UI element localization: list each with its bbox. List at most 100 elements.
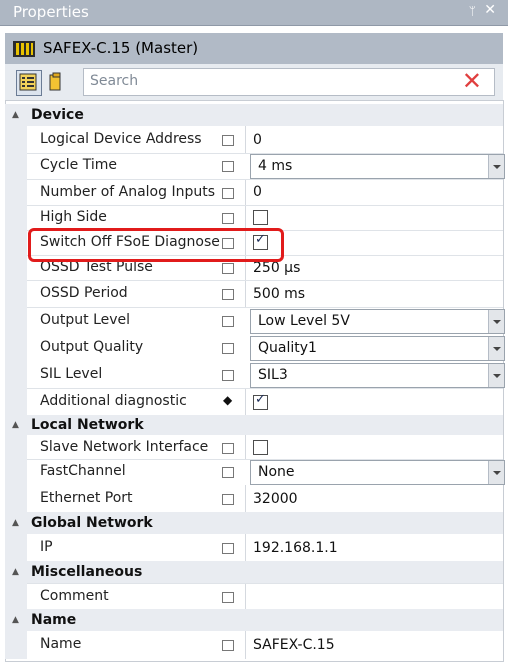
prop-label: OSSD Period	[40, 285, 128, 301]
dropdown-arrow-icon[interactable]	[488, 337, 504, 360]
dropdown-arrow-icon[interactable]	[488, 310, 504, 333]
property-page-icon[interactable]	[222, 161, 234, 172]
collapse-arrow-icon[interactable]: ▲	[12, 110, 19, 120]
row-output-quality[interactable]: Output Quality Quality1	[5, 334, 505, 361]
category-label: Device	[31, 107, 84, 123]
collapse-arrow-icon[interactable]: ▲	[12, 615, 19, 625]
property-page-icon[interactable]	[222, 316, 234, 327]
select-value: None	[258, 464, 295, 480]
prop-label: Cycle Time	[40, 157, 117, 173]
categorized-view-button[interactable]	[16, 70, 42, 96]
property-page-icon[interactable]	[222, 543, 234, 554]
category-label: Global Network	[31, 515, 153, 531]
row-output-level[interactable]: Output Level Low Level 5V	[5, 307, 505, 334]
property-page-icon[interactable]	[222, 188, 234, 199]
prop-label: Slave Network Interface	[40, 439, 209, 455]
output-level-select[interactable]: Low Level 5V	[250, 309, 505, 334]
clear-search-icon[interactable]: ✕	[462, 67, 482, 95]
row-logical-device-address[interactable]: Logical Device Address 0	[5, 126, 503, 153]
title-bar: Properties ᛘ ✕	[0, 0, 508, 26]
property-page-icon[interactable]	[222, 263, 234, 274]
property-page-icon[interactable]	[222, 343, 234, 354]
diamond-icon[interactable]: ◆	[223, 393, 233, 407]
select-value: 4 ms	[258, 158, 293, 174]
select-value: Quality1	[258, 340, 317, 356]
row-additional-diagnostic[interactable]: Additional diagnostic ◆	[5, 388, 503, 415]
cycle-time-select[interactable]: 4 ms	[250, 154, 505, 179]
prop-value[interactable]: 192.168.1.1	[253, 540, 338, 556]
dropdown-arrow-icon[interactable]	[488, 155, 504, 178]
object-header: SAFEX-C.15 (Master)	[5, 33, 503, 64]
category-global-network[interactable]: ▲ Global Network	[5, 512, 503, 534]
high-side-checkbox[interactable]	[253, 210, 268, 225]
search-box[interactable]: Search ✕	[83, 67, 495, 96]
category-miscellaneous[interactable]: ▲ Miscellaneous	[5, 561, 503, 583]
additional-diagnostic-checkbox[interactable]	[253, 392, 268, 410]
prop-label: Comment	[40, 588, 109, 604]
collapse-arrow-icon[interactable]: ▲	[12, 567, 19, 577]
dropdown-arrow-icon[interactable]	[488, 461, 504, 484]
prop-label: Number of Analog Inputs	[40, 184, 215, 200]
property-page-icon[interactable]	[222, 640, 234, 651]
row-high-side[interactable]: High Side	[5, 205, 503, 230]
category-name[interactable]: ▲ Name	[5, 609, 503, 631]
prop-label: Ethernet Port	[40, 490, 133, 506]
property-page-icon[interactable]	[222, 592, 234, 603]
row-name[interactable]: Name SAFEX-C.15	[5, 631, 503, 659]
category-label: Local Network	[31, 417, 144, 433]
row-comment[interactable]: Comment	[5, 583, 503, 609]
property-page-icon[interactable]	[222, 370, 234, 381]
collapse-arrow-icon[interactable]: ▲	[12, 518, 19, 528]
fastchannel-select[interactable]: None	[250, 460, 505, 485]
close-icon[interactable]: ✕	[484, 2, 496, 18]
prop-value[interactable]: 0	[253, 184, 262, 200]
prop-value[interactable]: 250 µs	[253, 260, 300, 276]
category-local-network[interactable]: ▲ Local Network	[5, 415, 503, 435]
properties-panel: Properties ᛘ ✕ SAFEX-C.15 (Master) Searc…	[0, 0, 508, 662]
prop-label: SIL Level	[40, 366, 103, 382]
prop-label: Logical Device Address	[40, 131, 202, 147]
select-value: SIL3	[258, 367, 288, 383]
row-ossd-period[interactable]: OSSD Period 500 ms	[5, 280, 503, 307]
row-analog-inputs[interactable]: Number of Analog Inputs 0	[5, 179, 503, 205]
property-page-icon[interactable]	[222, 289, 234, 300]
device-icon	[13, 41, 35, 57]
slave-network-interface-checkbox[interactable]	[253, 440, 268, 455]
category-device[interactable]: ▲ Device	[5, 104, 503, 126]
categorized-icon	[19, 73, 37, 91]
alphabetical-icon	[49, 72, 61, 91]
pin-icon[interactable]: ᛘ	[469, 4, 476, 18]
search-input[interactable]: Search	[90, 73, 138, 89]
prop-value[interactable]: SAFEX-C.15	[253, 637, 335, 653]
sil-level-select[interactable]: SIL3	[250, 363, 505, 388]
row-slave-network-interface[interactable]: Slave Network Interface	[5, 435, 503, 459]
property-page-icon[interactable]	[222, 135, 234, 146]
prop-label: IP	[40, 539, 53, 555]
property-page-icon[interactable]	[222, 443, 234, 454]
highlight-annotation	[28, 228, 284, 262]
prop-label: High Side	[40, 209, 107, 225]
prop-label: Name	[40, 636, 82, 652]
collapse-arrow-icon[interactable]: ▲	[12, 420, 19, 430]
output-quality-select[interactable]: Quality1	[250, 336, 505, 361]
row-ip[interactable]: IP 192.168.1.1	[5, 534, 503, 561]
property-toolbar: Search ✕	[5, 64, 503, 100]
prop-value[interactable]: 0	[253, 132, 262, 148]
property-page-icon[interactable]	[222, 494, 234, 505]
property-page-icon[interactable]	[222, 213, 234, 224]
property-page-icon[interactable]	[222, 467, 234, 478]
prop-label: Output Level	[40, 312, 131, 328]
prop-value[interactable]: 500 ms	[253, 286, 305, 302]
device-name: SAFEX-C.15 (Master)	[43, 39, 199, 57]
dropdown-arrow-icon[interactable]	[488, 364, 504, 387]
prop-label: Additional diagnostic	[40, 393, 187, 409]
panel-title: Properties	[13, 3, 89, 21]
row-fastchannel[interactable]: FastChannel None	[5, 459, 505, 485]
select-value: Low Level 5V	[258, 313, 350, 329]
alphabetical-view-button[interactable]	[44, 70, 68, 94]
row-sil-level[interactable]: SIL Level SIL3	[5, 361, 505, 388]
category-label: Name	[31, 612, 77, 628]
prop-value[interactable]: 32000	[253, 491, 298, 507]
row-cycle-time[interactable]: Cycle Time 4 ms	[5, 153, 505, 179]
row-ethernet-port[interactable]: Ethernet Port 32000	[5, 485, 503, 512]
